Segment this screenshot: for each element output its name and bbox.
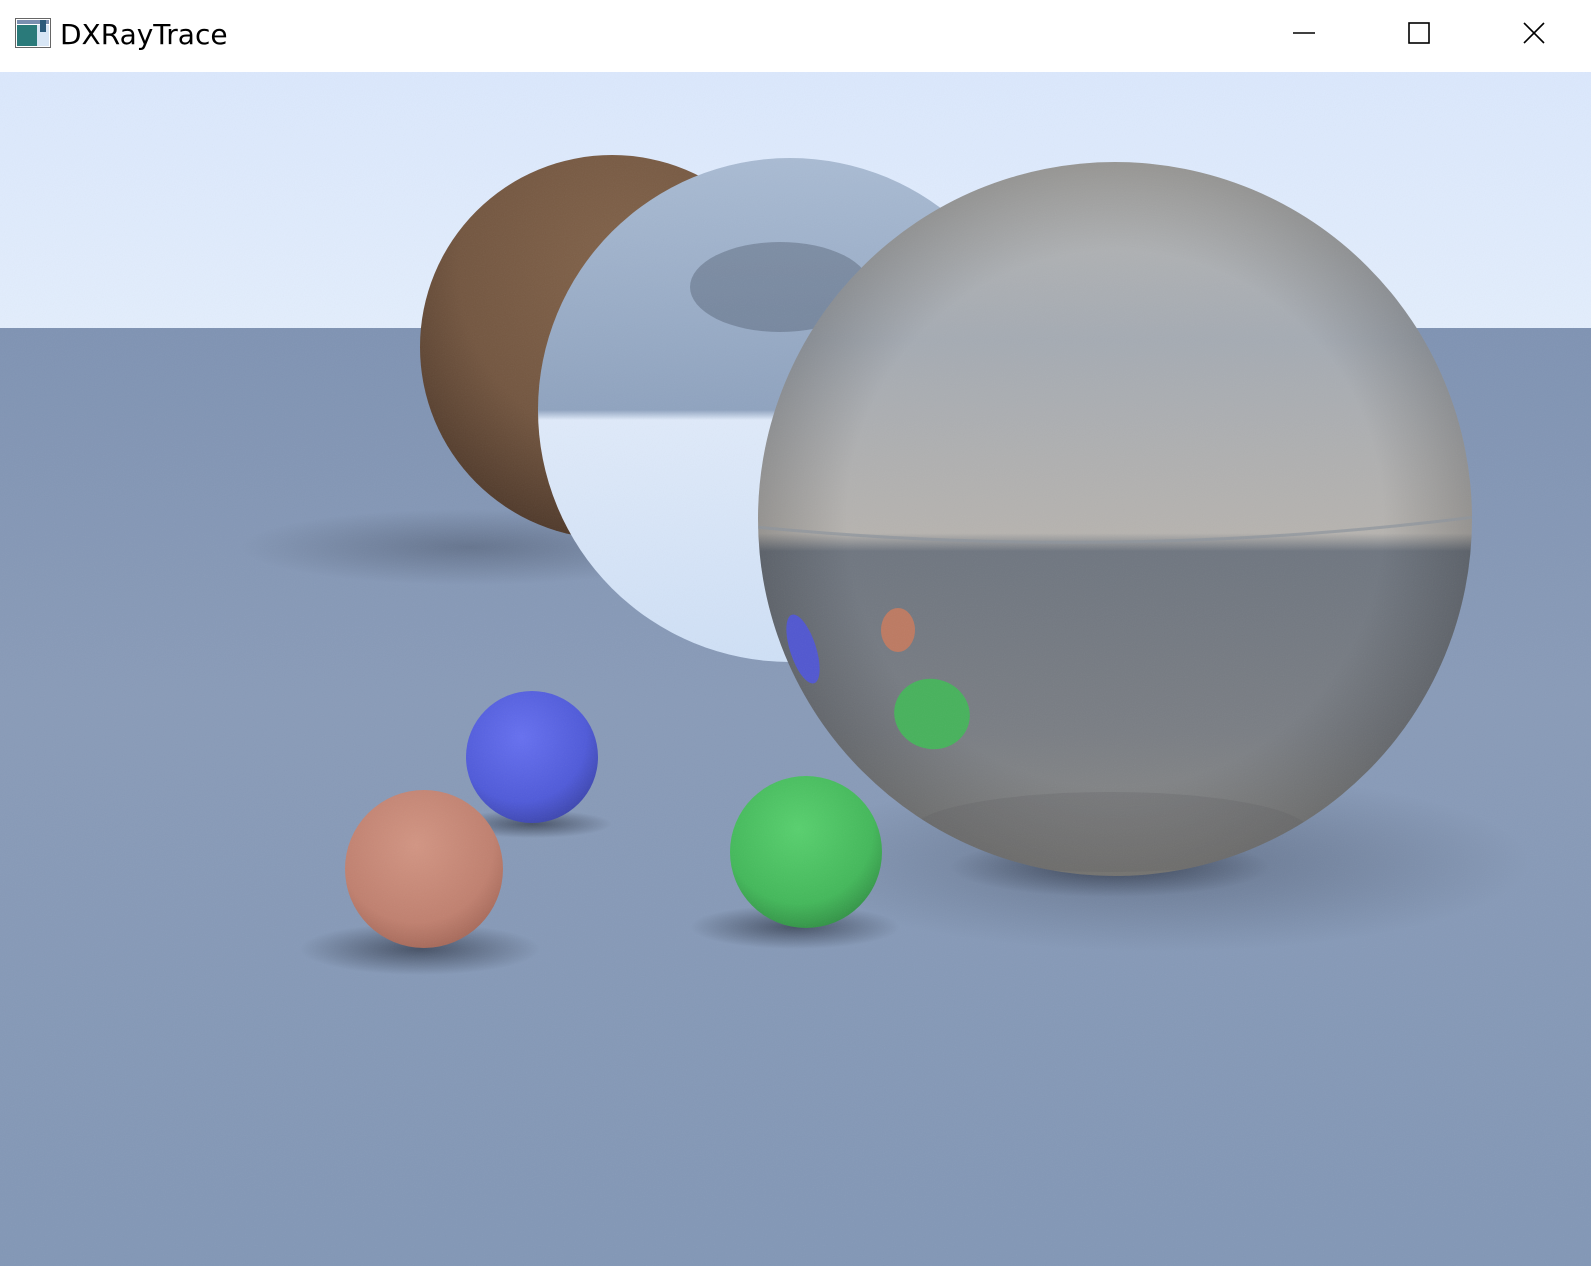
rendered-scene [0,72,1591,1266]
close-icon [1522,21,1546,45]
app-window: DXRayTrace [0,0,1591,1266]
maximize-icon [1407,21,1431,45]
title-bar[interactable]: DXRayTrace [0,0,1591,72]
app-window-icon [15,18,51,48]
window-title: DXRayTrace [60,18,228,51]
minimize-icon [1292,21,1316,45]
render-noise [0,72,1591,1266]
close-button[interactable] [1477,0,1591,66]
render-viewport[interactable] [0,72,1591,1266]
minimize-button[interactable] [1247,0,1361,66]
maximize-button[interactable] [1362,0,1476,66]
